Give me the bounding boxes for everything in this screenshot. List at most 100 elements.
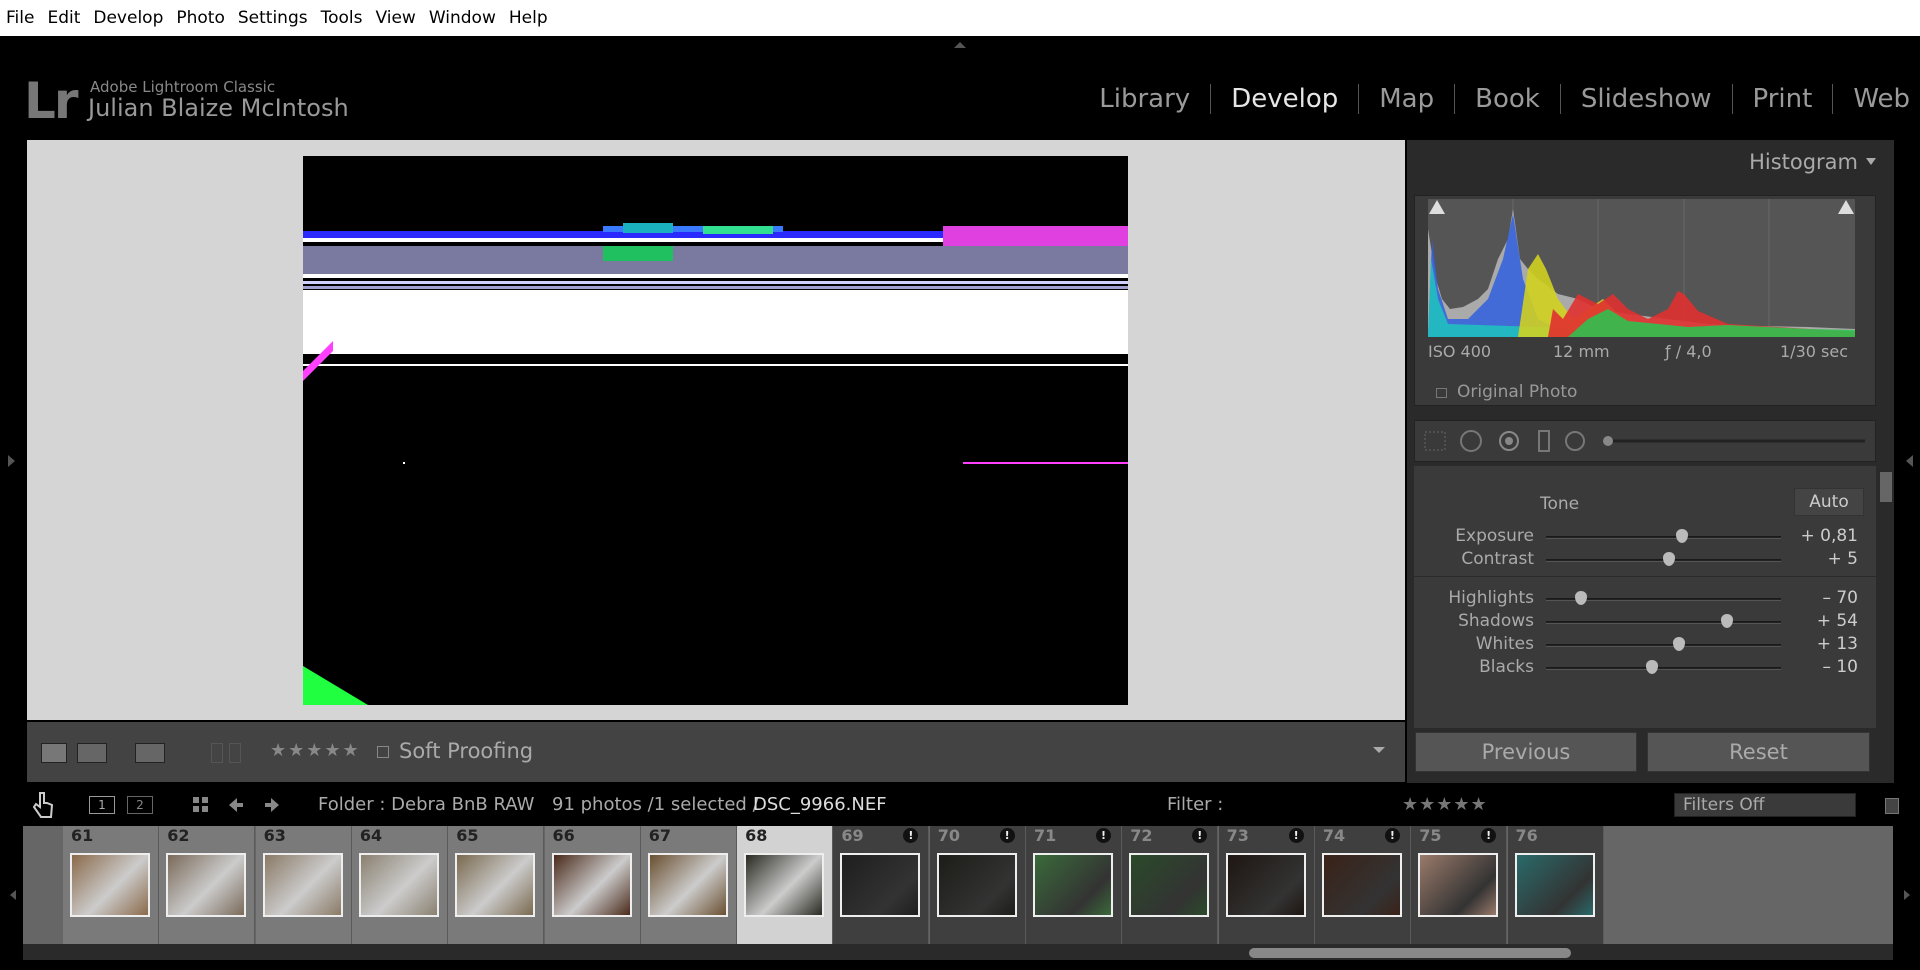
module-library[interactable]: Library (1079, 84, 1212, 114)
reject-flag-icon[interactable] (229, 743, 241, 763)
histogram-collapse-triangle-icon[interactable] (1866, 158, 1876, 165)
hand-pointer-icon[interactable] (31, 791, 55, 819)
warning-badge-icon[interactable]: ! (999, 828, 1015, 843)
filmstrip-cell[interactable]: 64 (351, 826, 448, 944)
thumbnail[interactable] (1514, 853, 1595, 917)
reset-button[interactable]: Reset (1647, 732, 1870, 772)
thumbnail[interactable] (1321, 853, 1402, 917)
folder-source[interactable]: Folder : Debra BnB RAW (318, 794, 534, 815)
thumbnail[interactable] (840, 853, 921, 917)
whites-slider[interactable] (1546, 644, 1781, 647)
thumbnail[interactable] (1033, 853, 1113, 917)
exposure-slider[interactable] (1546, 536, 1781, 539)
forward-arrow-icon[interactable] (263, 796, 281, 814)
filmstrip-cell[interactable]: 73! (1218, 826, 1315, 944)
back-arrow-icon[interactable] (227, 796, 245, 814)
module-web[interactable]: Web (1833, 84, 1920, 114)
thumbnail[interactable] (455, 853, 536, 917)
current-filename[interactable]: DSC_9966.NEF (753, 794, 887, 815)
thumbnail[interactable] (262, 853, 343, 917)
exposure-slider-thumb[interactable] (1676, 529, 1689, 543)
shadows-value[interactable]: + 54 (1817, 611, 1858, 631)
menu-file[interactable]: File (6, 8, 34, 28)
secondary-window-button[interactable]: 2 (127, 796, 153, 814)
warning-badge-icon[interactable]: ! (1288, 828, 1304, 843)
rating-stars[interactable]: ★★★★★ (270, 740, 361, 761)
soft-proofing-checkbox[interactable] (377, 746, 389, 758)
highlights-slider-thumb[interactable] (1575, 591, 1588, 605)
filters-off-select[interactable]: Filters Off (1674, 793, 1856, 817)
filmstrip-cell[interactable]: 76 (1507, 826, 1604, 944)
warning-badge-icon[interactable]: ! (1192, 828, 1208, 843)
main-window-button[interactable]: 1 (89, 796, 115, 814)
histogram-graph[interactable] (1428, 199, 1855, 337)
warning-badge-icon[interactable]: ! (1096, 828, 1111, 843)
module-map[interactable]: Map (1359, 84, 1456, 114)
previous-button[interactable]: Previous (1415, 732, 1637, 772)
histogram-title[interactable]: Histogram (1749, 150, 1858, 174)
right-panel-scrollbar[interactable] (1880, 472, 1892, 502)
filmstrip[interactable]: 61 62 63 64 65 66 67 68 69! 70! 71! 72! 73! 74! 75! 76 (23, 826, 1893, 944)
blacks-value[interactable]: – 10 (1822, 657, 1858, 677)
filmstrip-cell[interactable]: 72! (1122, 826, 1219, 944)
filmstrip-scroll-right-icon[interactable] (1904, 890, 1910, 900)
photo-preview[interactable] (303, 156, 1128, 705)
filmstrip-cell[interactable]: 74! (1314, 826, 1411, 944)
menu-edit[interactable]: Edit (47, 8, 80, 28)
collapse-top-panel-arrow-icon[interactable] (954, 42, 966, 48)
filmstrip-cell[interactable]: 69! (833, 826, 930, 944)
menu-settings[interactable]: Settings (238, 8, 308, 28)
grid-view-icon[interactable] (192, 796, 210, 814)
menu-window[interactable]: Window (429, 8, 496, 28)
filmstrip-cell[interactable]: 67 (640, 826, 737, 944)
module-slideshow[interactable]: Slideshow (1561, 84, 1733, 114)
thumbnail[interactable] (1418, 853, 1499, 917)
thumbnail[interactable] (1129, 853, 1210, 917)
menu-view[interactable]: View (375, 8, 415, 28)
contrast-value[interactable]: + 5 (1828, 549, 1858, 569)
menu-photo[interactable]: Photo (176, 8, 225, 28)
filmstrip-cell[interactable]: 61 (63, 826, 159, 944)
contrast-slider-thumb[interactable] (1663, 552, 1676, 566)
filmstrip-cell[interactable]: 75! (1411, 826, 1508, 944)
blacks-slider[interactable] (1546, 667, 1781, 670)
filmstrip-cell[interactable]: 70! (929, 826, 1026, 944)
right-panel-toggle-arrow-icon[interactable] (1906, 455, 1913, 467)
shadow-clipping-warning-icon[interactable] (1428, 199, 1446, 215)
menu-tools[interactable]: Tools (321, 8, 363, 28)
filmstrip-scrollbar-thumb[interactable] (1249, 948, 1571, 958)
shadows-slider[interactable] (1546, 621, 1781, 624)
loupe-view[interactable] (27, 140, 1405, 720)
module-book[interactable]: Book (1455, 84, 1561, 114)
warning-badge-icon[interactable]: ! (1481, 828, 1497, 843)
left-panel-toggle-arrow-icon[interactable] (8, 455, 15, 467)
thumbnail[interactable] (647, 853, 728, 917)
warning-badge-icon[interactable]: ! (903, 828, 919, 843)
thumbnail[interactable] (936, 853, 1017, 917)
loupe-view-button[interactable] (41, 743, 67, 763)
original-photo-checkbox[interactable] (1436, 388, 1447, 398)
thumbnail[interactable] (70, 853, 150, 917)
filmstrip-scroll-left-icon[interactable] (10, 890, 16, 900)
whites-value[interactable]: + 13 (1817, 634, 1858, 654)
auto-tone-button[interactable]: Auto (1794, 488, 1864, 516)
thumbnail[interactable] (744, 853, 825, 917)
filter-stars[interactable]: ★★★★★ (1402, 794, 1488, 815)
menu-develop[interactable]: Develop (93, 8, 163, 28)
shadows-slider-thumb[interactable] (1720, 614, 1733, 628)
exposure-value[interactable]: + 0,81 (1801, 526, 1859, 546)
filmstrip-scrollbar[interactable] (23, 944, 1893, 960)
whites-slider-thumb[interactable] (1672, 637, 1685, 651)
before-after-button[interactable] (77, 743, 107, 763)
highlights-value[interactable]: – 70 (1822, 588, 1858, 608)
flag-icon[interactable] (211, 743, 223, 763)
filmstrip-cell[interactable]: 63 (255, 826, 352, 944)
filmstrip-cell[interactable]: 65 (448, 826, 545, 944)
thumbnail[interactable] (551, 853, 632, 917)
before-after-mode-button[interactable] (135, 743, 165, 763)
warning-badge-icon[interactable]: ! (1384, 828, 1400, 843)
module-develop[interactable]: Develop (1211, 84, 1360, 114)
thumbnail[interactable] (1225, 853, 1306, 917)
module-print[interactable]: Print (1733, 84, 1834, 114)
highlight-clipping-warning-icon[interactable] (1837, 199, 1855, 215)
